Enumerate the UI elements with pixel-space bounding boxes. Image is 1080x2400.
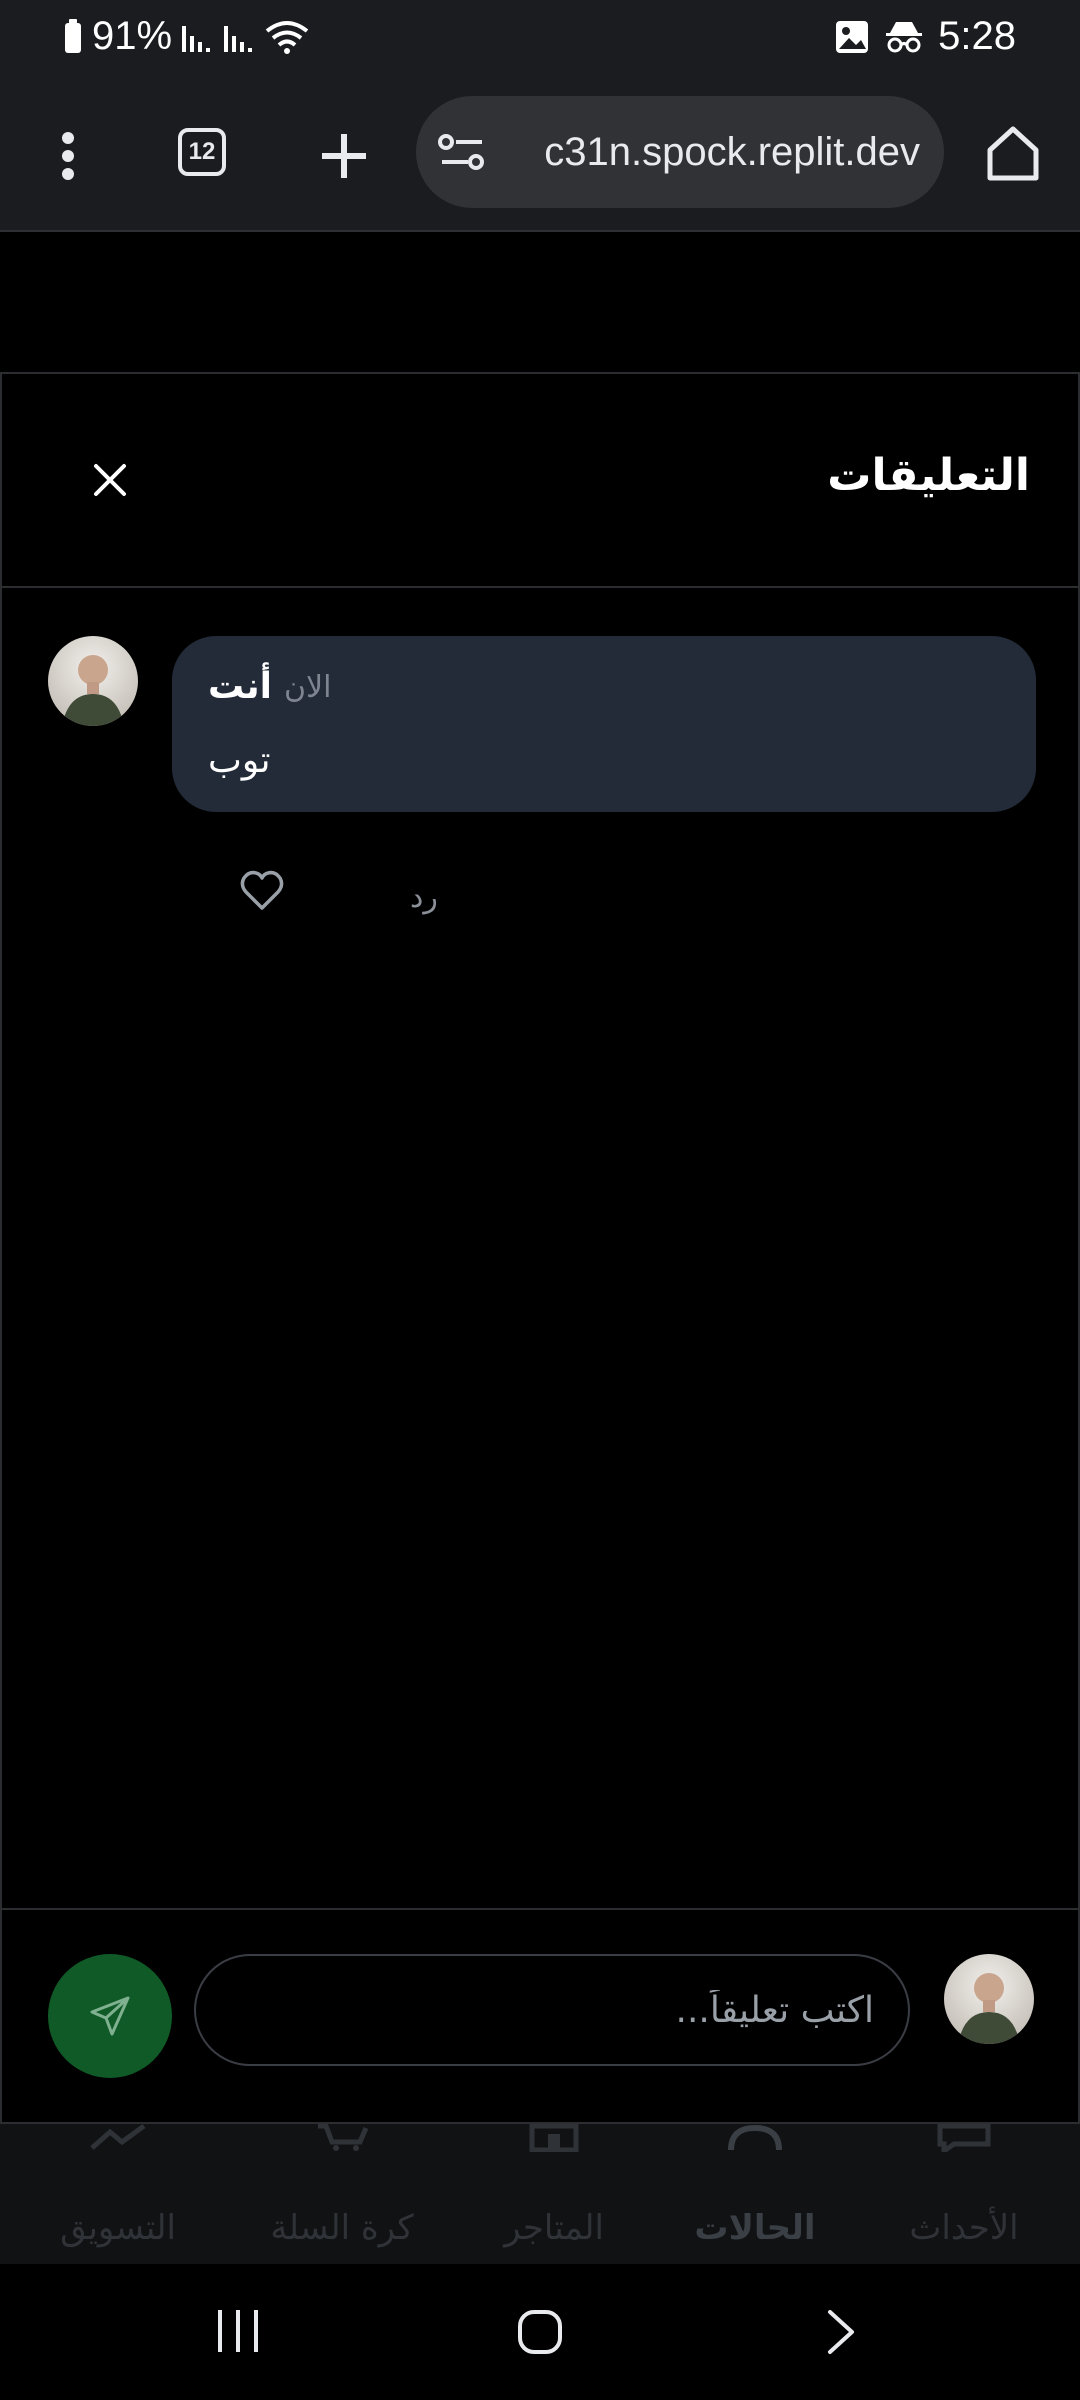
nav-item-events[interactable]: الأحداث	[896, 2124, 1032, 2264]
battery-icon	[62, 18, 84, 55]
status-icon	[728, 2124, 782, 2151]
sheet-title: التعليقات	[827, 450, 1030, 501]
back-icon[interactable]	[824, 2308, 858, 2360]
avatar[interactable]	[48, 636, 138, 726]
comment-bubble: أنت الان توب	[172, 636, 1036, 812]
url-text: c31n.spock.replit.dev	[544, 129, 920, 174]
nav-item-stores[interactable]: المتاجر	[494, 2124, 614, 2264]
avatar	[944, 1954, 1034, 2044]
comment-time: الان	[284, 670, 332, 705]
page-background	[0, 234, 1080, 374]
comment-author: أنت	[208, 666, 272, 707]
comment-composer	[2, 1908, 1078, 2124]
incognito-icon	[884, 19, 924, 55]
status-bar: 91% 5:28	[0, 0, 1080, 80]
tab-count: 12	[178, 128, 226, 176]
sheet-header: التعليقات	[2, 374, 1078, 588]
wifi-icon	[264, 19, 310, 55]
send-icon	[90, 1996, 130, 2036]
comment-input[interactable]	[194, 1954, 910, 2066]
comments-sheet: التعليقات أنت الان توب رد	[0, 372, 1080, 2124]
signal-icon	[180, 20, 214, 54]
gallery-icon	[834, 19, 870, 55]
close-icon[interactable]	[84, 454, 136, 506]
comment-text: توب	[208, 740, 271, 781]
cart-icon	[318, 2124, 369, 2151]
heart-icon[interactable]	[238, 866, 286, 914]
tabs-button[interactable]: 12	[178, 128, 226, 176]
system-nav-bar	[0, 2264, 1080, 2400]
nav-item-statuses[interactable]: الحالات	[690, 2124, 820, 2264]
recents-icon[interactable]	[214, 2308, 262, 2358]
address-bar[interactable]: c31n.spock.replit.dev	[416, 96, 944, 208]
send-button[interactable]	[48, 1954, 172, 2078]
nav-item-marketing[interactable]: التسويق	[40, 2124, 196, 2264]
clock: 5:28	[938, 14, 1016, 58]
store-icon	[529, 2124, 579, 2152]
nav-item-basketball[interactable]: كرة السلة	[262, 2124, 422, 2264]
chart-icon	[90, 2124, 146, 2150]
app-bottom-nav: التسويق كرة السلة المتاجر الحالات الأحدا…	[0, 2124, 1080, 2264]
new-tab-icon[interactable]	[316, 128, 372, 184]
site-settings-icon[interactable]	[438, 132, 490, 172]
menu-icon[interactable]	[44, 128, 92, 184]
browser-toolbar: 12 c31n.spock.replit.dev	[0, 80, 1080, 232]
battery-level: 91%	[92, 14, 173, 58]
home-nav-icon[interactable]	[516, 2308, 564, 2360]
chat-icon	[937, 2124, 991, 2152]
reply-button[interactable]: رد	[410, 880, 438, 915]
home-icon[interactable]	[982, 122, 1044, 184]
signal-icon-2	[222, 20, 256, 54]
